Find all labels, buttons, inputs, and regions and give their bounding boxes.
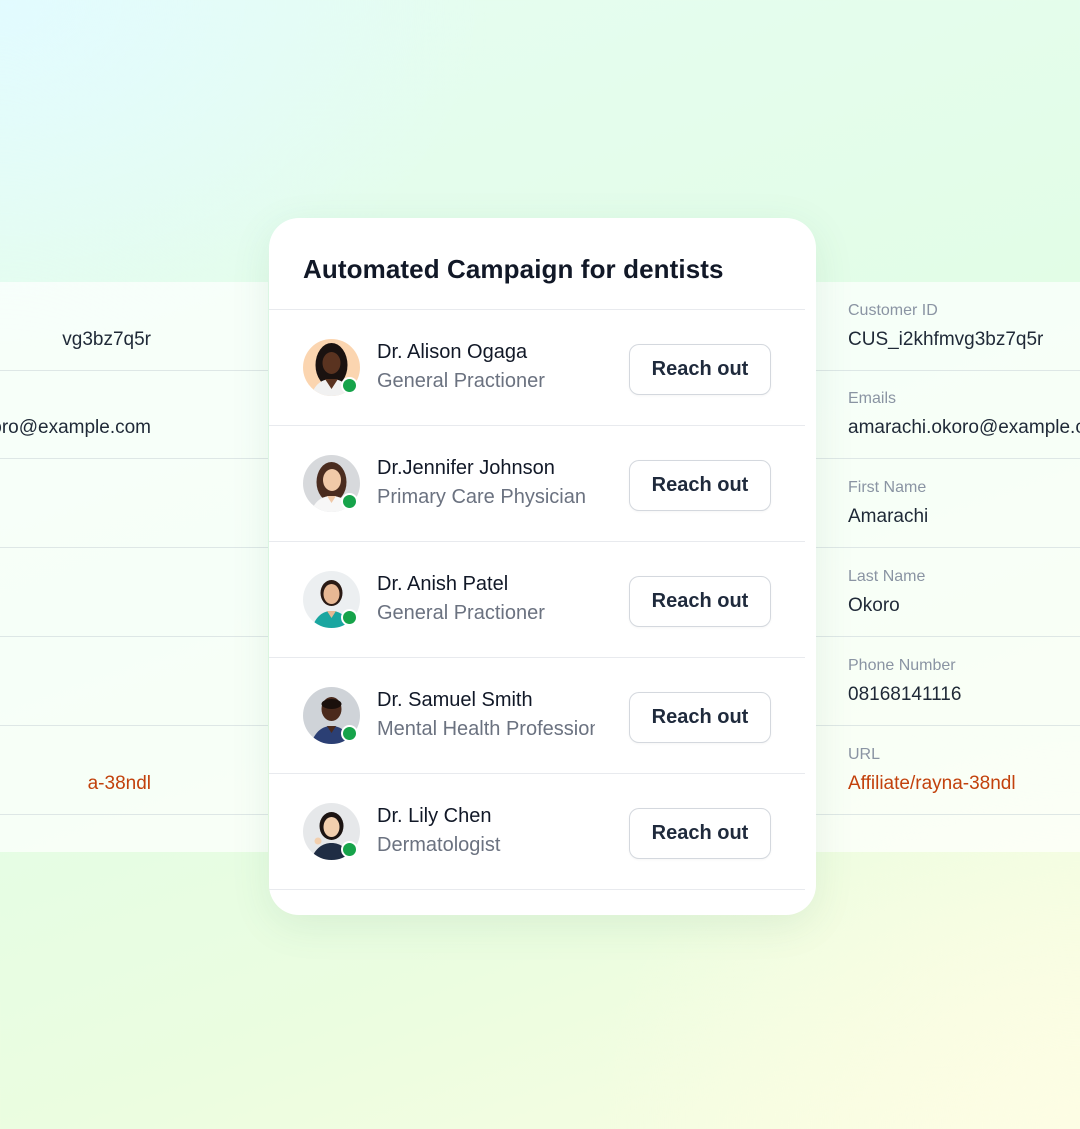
reach-out-button[interactable]: Reach out [629,460,771,511]
online-status-icon [341,609,358,626]
record-row [0,548,268,637]
reach-out-button[interactable]: Reach out [629,692,771,743]
online-status-icon [341,493,358,510]
contact-role: Primary Care Physician [377,486,586,508]
field-value: Amarachi [848,506,929,527]
reach-out-button[interactable]: Reach out [629,808,771,859]
contact-row: Dr. Lily Chen Dermatologist Reach out [269,774,805,889]
record-row [0,637,268,726]
contact-name: Dr. Lily Chen [377,805,492,827]
background-record-left: vg3bz7q5r oro@example.com a-38ndl [0,282,268,852]
field-value: 08168141116 [848,684,962,705]
field-value: Okoro [848,595,900,616]
record-field-customer-id: Customer ID CUS_i2khfmvg3bz7q5r [816,282,1080,371]
record-row: oro@example.com [0,370,268,459]
reach-out-button[interactable]: Reach out [629,344,771,395]
contact-name: Dr. Samuel Smith [377,689,533,711]
url-link[interactable]: Affiliate/rayna-38ndl [848,773,1016,795]
field-label: Customer ID [848,302,938,319]
campaign-title: Automated Campaign for dentists [303,254,724,284]
contact-role: General Practioner [377,602,545,624]
record-row [0,459,268,548]
divider [269,889,805,890]
online-status-icon [341,725,358,742]
record-row: vg3bz7q5r [0,282,268,371]
url-link[interactable]: a-38ndl [88,773,151,795]
record-field-emails: Emails amarachi.okoro@example.c [816,370,1080,459]
record-field-phone-number: Phone Number 08168141116 [816,637,1080,726]
contact-name: Dr. Anish Patel [377,573,509,595]
online-status-icon [341,377,358,394]
customer-id-value: vg3bz7q5r [62,329,151,350]
contact-row: Dr. Alison Ogaga General Practioner Reac… [269,310,805,425]
field-label: Emails [848,390,897,407]
campaign-card: Automated Campaign for dentists Dr. Alis… [269,218,816,915]
field-label: Phone Number [848,657,956,674]
contact-role: General Practioner [377,370,545,392]
contact-role: Dermatologist [377,834,501,856]
field-label: Last Name [848,568,926,585]
record-field-url: URL Affiliate/rayna-38ndl [816,726,1080,815]
field-value: CUS_i2khfmvg3bz7q5r [848,329,1044,350]
contact-name: Dr.Jennifer Johnson [377,457,555,479]
record-field-first-name: First Name Amarachi [816,459,1080,548]
contact-row: Dr. Anish Patel General Practioner Reach… [269,542,805,657]
field-label: First Name [848,479,927,496]
reach-out-button[interactable]: Reach out [629,576,771,627]
online-status-icon [341,841,358,858]
field-value: amarachi.okoro@example.c [848,417,1080,438]
email-value: oro@example.com [0,417,151,438]
contact-row: Dr.Jennifer Johnson Primary Care Physici… [269,426,805,541]
contact-role: Mental Health Professional [377,718,595,740]
contact-name: Dr. Alison Ogaga [377,341,528,363]
record-row: a-38ndl [0,726,268,815]
field-label: URL [848,746,881,763]
background-record-right: Customer ID CUS_i2khfmvg3bz7q5r Emails a… [816,282,1080,852]
contact-row: Dr. Samuel Smith Mental Health Professio… [269,658,805,773]
record-field-last-name: Last Name Okoro [816,548,1080,637]
